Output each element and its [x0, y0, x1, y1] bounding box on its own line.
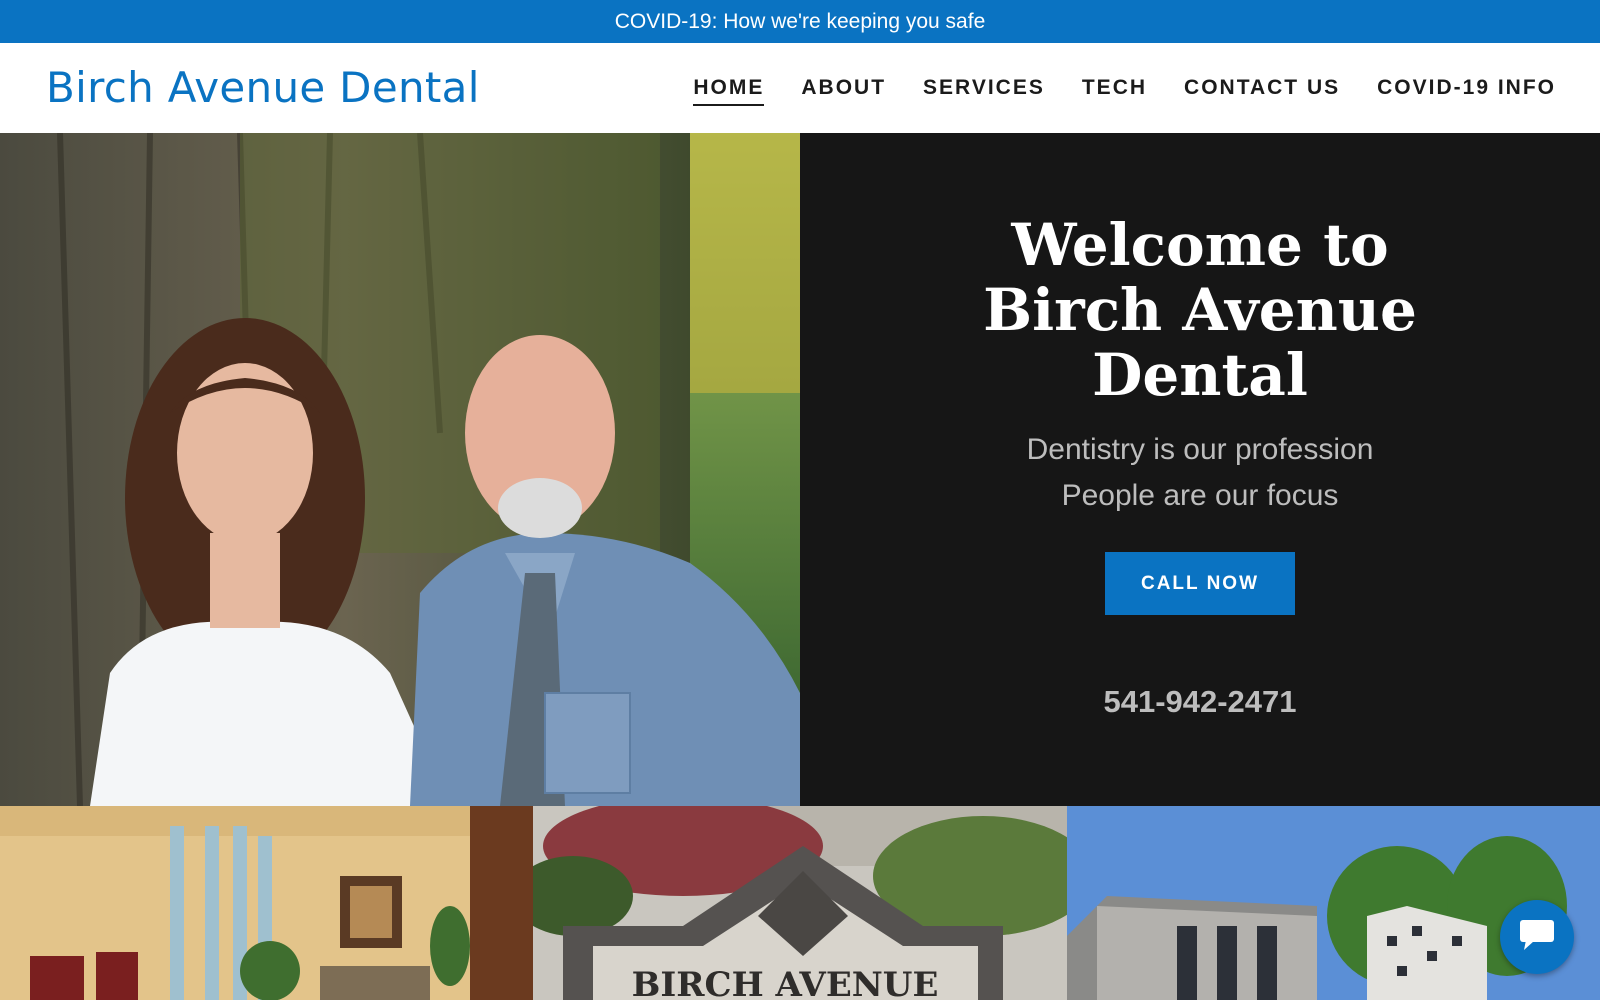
- site-header: Birch Avenue Dental HOME ABOUT SERVICES …: [0, 43, 1600, 133]
- nav-services[interactable]: SERVICES: [923, 76, 1045, 100]
- chat-button[interactable]: [1500, 900, 1574, 974]
- phone-number-link[interactable]: 541-942-2471: [800, 684, 1600, 720]
- nav-home[interactable]: HOME: [693, 76, 765, 106]
- hero-title: Welcome to Birch Avenue Dental: [800, 213, 1600, 408]
- hero-panel: Welcome to Birch Avenue Dental Dentistry…: [800, 133, 1600, 806]
- nav-tech[interactable]: TECH: [1082, 76, 1147, 100]
- hero-title-line-3: Dental: [1092, 341, 1308, 409]
- hero-tagline-1: Dentistry is our profession: [1026, 433, 1374, 466]
- sign-text: BIRCH AVENUE: [632, 965, 939, 1000]
- site-logo[interactable]: Birch Avenue Dental: [46, 63, 480, 112]
- nav-contact-us[interactable]: CONTACT US: [1184, 76, 1340, 100]
- hero-title-line-1: Welcome to: [1011, 211, 1389, 279]
- main-nav: HOME ABOUT SERVICES TECH CONTACT US COVI…: [656, 43, 1556, 133]
- gallery-image-interior[interactable]: [0, 806, 533, 1000]
- covid-banner[interactable]: COVID-19: How we're keeping you safe: [0, 0, 1600, 43]
- nav-about[interactable]: ABOUT: [801, 76, 886, 100]
- photo-gallery: BIRCH AVENUE: [0, 806, 1600, 1000]
- hero-title-line-2: Birch Avenue: [983, 276, 1417, 344]
- hero-tagline-2: People are our focus: [1061, 479, 1339, 512]
- hero-photo-dentists: [0, 133, 800, 806]
- covid-banner-text[interactable]: COVID-19: How we're keeping you safe: [615, 10, 986, 34]
- call-now-button[interactable]: CALL NOW: [1105, 552, 1295, 615]
- chat-bubble-icon: [1518, 918, 1556, 957]
- nav-covid-19-info[interactable]: COVID-19 INFO: [1377, 76, 1556, 100]
- gallery-image-sign[interactable]: BIRCH AVENUE: [533, 806, 1067, 1000]
